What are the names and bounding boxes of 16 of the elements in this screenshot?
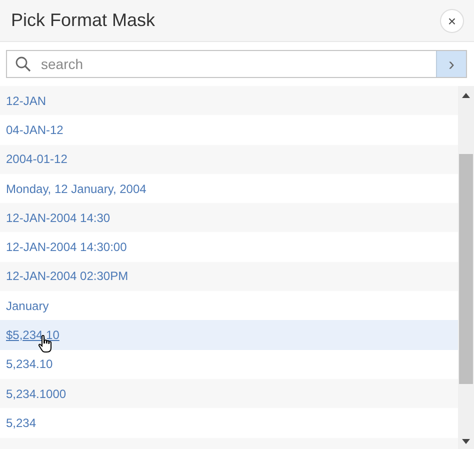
dialog-title: Pick Format Mask [11,9,156,32]
format-option[interactable]: January [0,291,458,320]
format-option[interactable]: 12-JAN-2004 14:30:00 [0,232,458,262]
close-button[interactable]: × [440,8,464,32]
format-option[interactable]: 04-JAN-12 [0,115,458,145]
format-option[interactable]: 5,234.10 [0,350,458,379]
search-field[interactable]: search › [6,50,467,78]
format-option[interactable]: 5,234 [0,408,458,438]
go-button[interactable]: › [436,51,466,77]
scroll-up-icon[interactable] [462,93,470,98]
format-option[interactable]: $5,234.10 [0,320,458,350]
scrollbar-thumb[interactable] [459,154,473,384]
search-icon [15,56,31,72]
scroll-down-icon[interactable] [462,439,470,444]
scrollbar[interactable] [458,86,474,449]
format-option[interactable]: Monday, 12 January, 2004 [0,174,458,204]
